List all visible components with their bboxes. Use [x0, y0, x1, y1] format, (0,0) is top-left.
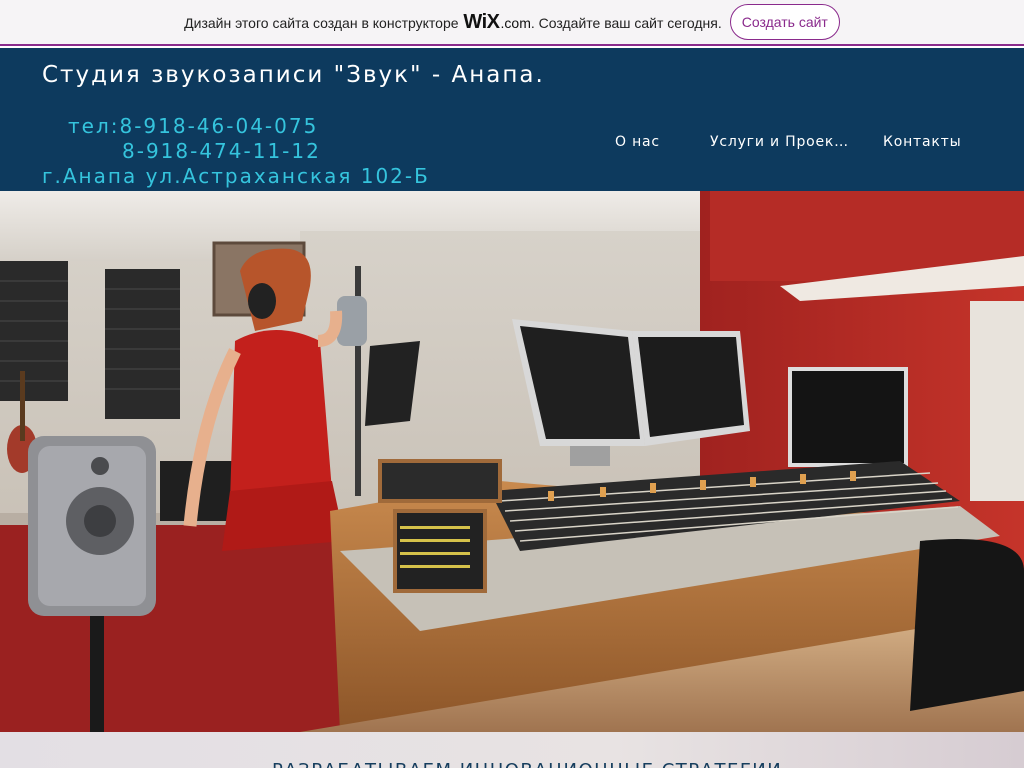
address: г.Анапа ул.Астраханская 102-Б — [42, 164, 430, 188]
create-site-button[interactable]: Создать сайт — [729, 4, 840, 40]
next-section: РАЗРАБАТЫВАЕМ ИННОВАЦИОННЫЕ СТРАТЕГИИ — [0, 732, 1024, 768]
wix-promo-banner: Дизайн этого сайта создан в конструкторе… — [0, 0, 1024, 46]
wix-promo-text-before: Дизайн этого сайта создан в конструкторе — [184, 14, 463, 31]
wix-logo-suffix: .com — [500, 14, 531, 31]
nav-item-services-projects[interactable]: Услуги и Проекты — [710, 134, 850, 150]
section-heading: РАЗРАБАТЫВАЕМ ИННОВАЦИОННЫЕ СТРАТЕГИИ — [272, 760, 782, 768]
wix-logo[interactable]: WiX — [463, 11, 500, 33]
site-header: Студия звукозаписи "Звук" - Анапа. тел:8… — [0, 48, 1024, 191]
wix-promo-text: Дизайн этого сайта создан в конструкторе… — [184, 11, 722, 34]
hero-image — [0, 191, 1024, 732]
site-title: Студия звукозаписи "Звук" - Анапа. — [42, 62, 545, 88]
recording-studio-photo — [0, 191, 1024, 732]
main-nav: О нас Услуги и Проекты Контакты — [0, 134, 1024, 154]
nav-item-contacts[interactable]: Контакты — [883, 134, 961, 150]
wix-promo-text-after: . Создайте ваш сайт сегодня. — [530, 14, 722, 31]
nav-item-about[interactable]: О нас — [615, 134, 660, 150]
